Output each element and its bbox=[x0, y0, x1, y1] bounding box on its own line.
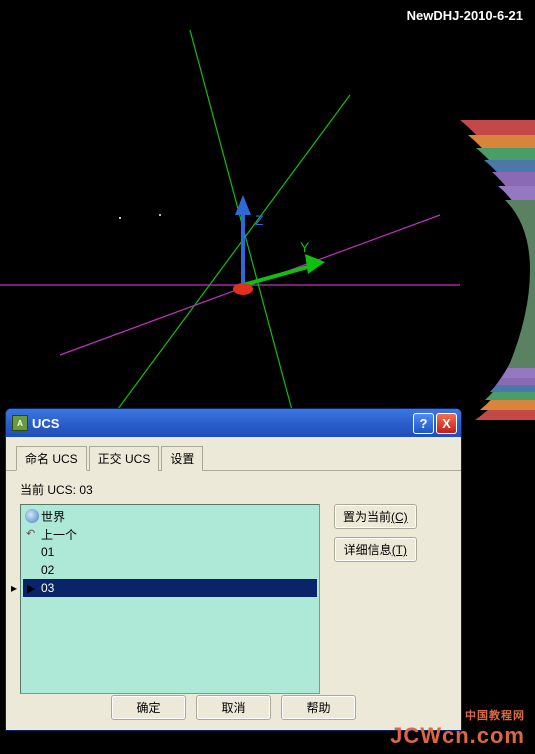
ucs-listbox[interactable]: 世界 ↶ 上一个 01 02 ▶ 03 bbox=[20, 504, 320, 694]
ok-button[interactable]: 确定 bbox=[111, 695, 186, 720]
cad-3d-viewport[interactable]: Z Y bbox=[0, 0, 535, 440]
details-button[interactable]: 详细信息(T) bbox=[334, 537, 417, 562]
list-item-01[interactable]: 01 bbox=[23, 543, 317, 561]
z-axis-arrow: Z bbox=[235, 195, 264, 285]
prev-arrow-icon: ↶ bbox=[26, 527, 40, 541]
list-item-world[interactable]: 世界 bbox=[23, 507, 317, 525]
cancel-button[interactable]: 取消 bbox=[196, 695, 271, 720]
set-current-button[interactable]: 置为当前(C) bbox=[334, 504, 417, 529]
current-ucs-label: 当前 UCS: 03 bbox=[20, 481, 447, 498]
ucs-dialog: A UCS ? X 命名 UCS 正交 UCS 设置 当前 UCS: 03 世界 bbox=[5, 408, 462, 731]
watermark-site: 中国教程网 JCWcn.com bbox=[390, 707, 525, 749]
titlebar-close-button[interactable]: X bbox=[436, 413, 457, 434]
tab-settings[interactable]: 设置 bbox=[161, 446, 203, 471]
list-item-03[interactable]: ▶ 03 bbox=[23, 579, 317, 597]
current-ucs-value: 03 bbox=[79, 483, 92, 497]
list-item-prev[interactable]: ↶ 上一个 bbox=[23, 525, 317, 543]
watermark-date: NewDHJ-2010-6-21 bbox=[407, 8, 523, 23]
help-button[interactable]: 帮助 bbox=[281, 695, 356, 720]
titlebar-help-button[interactable]: ? bbox=[413, 413, 434, 434]
tab-named-ucs[interactable]: 命名 UCS bbox=[16, 446, 87, 471]
dialog-title: UCS bbox=[32, 416, 413, 431]
ucs-origin bbox=[233, 283, 253, 295]
side-buttons: 置为当前(C) 详细信息(T) bbox=[334, 504, 417, 694]
dialog-titlebar[interactable]: A UCS ? X bbox=[6, 409, 461, 437]
tab-content: 当前 UCS: 03 世界 ↶ 上一个 01 bbox=[6, 471, 461, 704]
y-axis-arrow: Y bbox=[243, 239, 325, 285]
tab-ortho-ucs[interactable]: 正交 UCS bbox=[89, 446, 160, 471]
svg-text:Y: Y bbox=[300, 239, 310, 255]
selection-marker-icon: ▶ bbox=[27, 582, 35, 595]
globe-icon bbox=[25, 509, 39, 523]
list-item-02[interactable]: 02 bbox=[23, 561, 317, 579]
tab-strip: 命名 UCS 正交 UCS 设置 bbox=[6, 437, 461, 471]
viewport-svg: Z Y bbox=[0, 0, 535, 440]
colored-surface bbox=[460, 120, 535, 420]
app-icon: A bbox=[12, 415, 28, 431]
svg-text:Z: Z bbox=[255, 212, 264, 228]
